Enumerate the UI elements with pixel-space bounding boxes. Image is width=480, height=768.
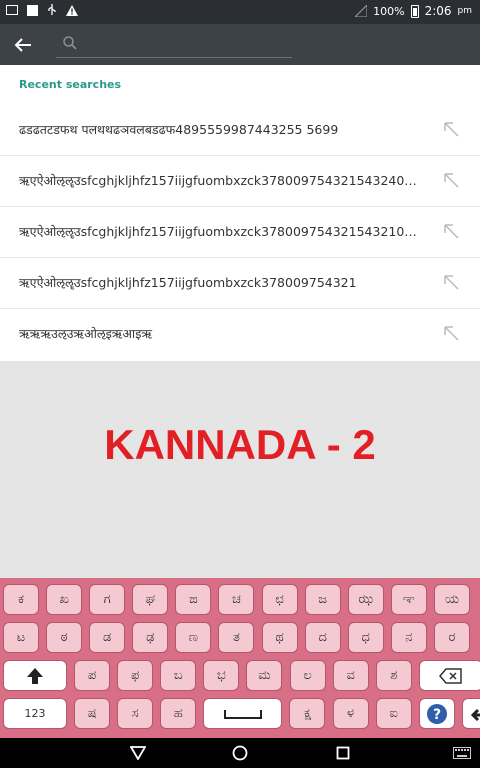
insert-query-arrow-icon[interactable] xyxy=(442,120,460,138)
key[interactable]: ಶ xyxy=(375,660,412,691)
keyboard-row-4: 123 ಷ ಸ ಹ ಕ್ಷ ಳ ಐ ? xyxy=(3,698,480,731)
search-field[interactable] xyxy=(56,32,292,58)
help-icon: ? xyxy=(426,703,447,724)
key[interactable]: ಚ xyxy=(218,584,255,615)
keyboard-row-2: ಟ ಠ ಡ ಢ ಣ ತ ಥ ದ ಧ ನ ರ xyxy=(3,622,470,655)
key[interactable]: ಳ xyxy=(332,698,369,729)
image-notification-icon xyxy=(6,4,18,16)
recent-search-text: ऋएऐओऌॡउsfcghjkljhfz157iijgfuombxzck37800… xyxy=(19,173,417,188)
search-toolbar xyxy=(0,24,480,65)
help-key[interactable]: ? xyxy=(418,698,455,729)
insert-query-arrow-icon[interactable] xyxy=(442,222,460,240)
search-input[interactable] xyxy=(84,34,284,54)
recent-search-text: ढडढतटडफथ पलथथढञवलबडढफ4895559987443255 56… xyxy=(19,122,339,137)
enter-key[interactable] xyxy=(461,698,480,729)
shift-key[interactable] xyxy=(3,660,67,691)
recent-search-text: ऋऋऋउऌउऋओऌइऋआइऋ xyxy=(19,326,152,341)
insert-query-arrow-icon[interactable] xyxy=(442,171,460,189)
key[interactable]: ಮ xyxy=(246,660,283,691)
key[interactable]: ಬ xyxy=(160,660,197,691)
key[interactable]: ಞ xyxy=(390,584,427,615)
nav-recents-icon[interactable] xyxy=(334,745,352,761)
list-item[interactable]: ढडढतटडफथ पलथथढञवलबडढफ4895559987443255 56… xyxy=(0,105,480,156)
key[interactable]: ತ xyxy=(218,622,255,653)
key[interactable]: ಠ xyxy=(46,622,83,653)
kannada-keyboard: ಕ ಖ ಗ ಘ ಙ ಚ ಛ ಜ ಝ ಞ ಯ ಟ ಠ ಡ ಢ ಣ ತ ಥ ದ ಧ … xyxy=(0,578,480,738)
key[interactable]: ಡ xyxy=(89,622,126,653)
svg-text:?: ? xyxy=(433,707,441,723)
key[interactable]: ಝ xyxy=(347,584,384,615)
key[interactable]: ಟ xyxy=(3,622,39,653)
key[interactable]: ಢ xyxy=(132,622,169,653)
key[interactable]: ರ xyxy=(433,622,470,653)
nav-home-icon[interactable] xyxy=(231,745,249,761)
insert-query-arrow-icon[interactable] xyxy=(442,273,460,291)
shift-arrow-icon xyxy=(27,667,43,684)
backspace-icon xyxy=(438,667,462,684)
key[interactable]: ಥ xyxy=(261,622,298,653)
list-item[interactable]: ऋएऐओऌॡउsfcghjkljhfz157iijgfuombxzck37800… xyxy=(0,156,480,207)
recent-search-text: ऋएऐओऌॡउsfcghjkljhfz157iijgfuombxzck37800… xyxy=(19,224,417,239)
key[interactable]: ಲ xyxy=(289,660,326,691)
battery-icon xyxy=(410,4,419,18)
recent-search-text: ऋएऐओऌॡउsfcghjkljhfz157iijgfuombxzck37800… xyxy=(19,275,357,290)
key[interactable]: ನ xyxy=(390,622,427,653)
list-item[interactable]: ऋएऐओऌॡउsfcghjkljhfz157iijgfuombxzck37800… xyxy=(0,207,480,258)
recent-searches-header: Recent searches xyxy=(19,78,122,91)
navigation-bar xyxy=(0,738,480,768)
search-icon xyxy=(62,35,78,51)
usb-icon xyxy=(46,4,58,16)
key[interactable]: ಣ xyxy=(175,622,212,653)
notification-square-icon xyxy=(26,4,38,16)
backspace-key[interactable] xyxy=(418,660,480,691)
key[interactable]: ಜ xyxy=(304,584,341,615)
insert-query-arrow-icon[interactable] xyxy=(442,324,460,342)
recent-searches-list: Recent searches ढडढतटडफथ पलथथढञवलबडढफ489… xyxy=(0,65,480,361)
key[interactable]: ದ xyxy=(304,622,341,653)
space-bar-icon xyxy=(223,709,262,719)
key[interactable]: ಫ xyxy=(117,660,154,691)
key[interactable]: ಕ xyxy=(3,584,39,615)
status-bar: 100% 2:06 pm xyxy=(0,0,480,24)
keyboard-name-banner: KANNADA - 2 xyxy=(0,361,480,578)
back-arrow-icon[interactable] xyxy=(10,32,36,58)
key[interactable]: ಙ xyxy=(175,584,212,615)
key[interactable]: ಭ xyxy=(203,660,240,691)
key[interactable]: ಷ xyxy=(74,698,111,729)
key[interactable]: ಖ xyxy=(46,584,83,615)
list-item[interactable]: ऋऋऋउऌउऋओऌइऋआइऋ xyxy=(0,309,480,360)
keyboard-switch-icon[interactable] xyxy=(452,745,472,761)
key[interactable]: ಐ xyxy=(375,698,412,729)
clock-ampm: pm xyxy=(457,6,472,16)
key[interactable]: ಪ xyxy=(74,660,111,691)
battery-percent: 100% xyxy=(373,4,405,18)
space-key[interactable] xyxy=(203,698,283,729)
key[interactable]: ವ xyxy=(332,660,369,691)
key[interactable]: ಯ xyxy=(433,584,470,615)
key[interactable]: ಗ xyxy=(89,584,126,615)
warning-icon xyxy=(66,4,78,16)
key[interactable]: ಛ xyxy=(261,584,298,615)
banner-title: KANNADA - 2 xyxy=(104,421,376,468)
enter-icon xyxy=(470,708,480,721)
key[interactable]: ಧ xyxy=(347,622,384,653)
keyboard-row-3: ಪ ಫ ಬ ಭ ಮ ಲ ವ ಶ xyxy=(3,660,480,693)
list-item[interactable]: ऋएऐओऌॡउsfcghjkljhfz157iijgfuombxzck37800… xyxy=(0,258,480,309)
key[interactable]: ಹ xyxy=(160,698,197,729)
clock-time: 2:06 xyxy=(424,4,452,18)
key[interactable]: ಕ್ಷ xyxy=(289,698,326,729)
signal-icon xyxy=(355,5,368,17)
numbers-key[interactable]: 123 xyxy=(3,698,67,729)
nav-back-icon[interactable] xyxy=(129,745,147,761)
keyboard-row-1: ಕ ಖ ಗ ಘ ಙ ಚ ಛ ಜ ಝ ಞ ಯ xyxy=(3,584,470,617)
key[interactable]: ಘ xyxy=(132,584,169,615)
key[interactable]: ಸ xyxy=(117,698,154,729)
